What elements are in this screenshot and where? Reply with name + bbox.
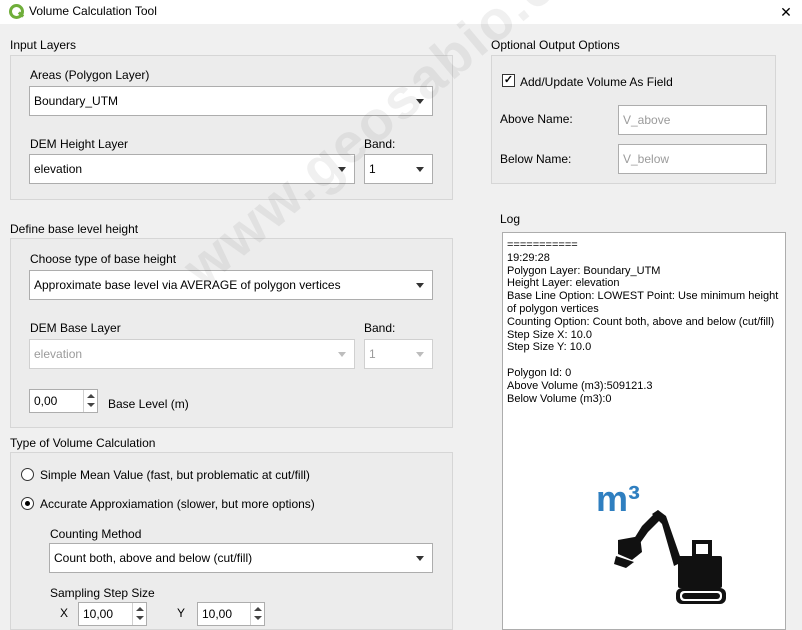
below-name-field[interactable]: V_below xyxy=(618,144,767,174)
above-name-placeholder: V_above xyxy=(623,113,671,127)
log-label: Log xyxy=(500,212,521,226)
input-layers-heading: Input Layers xyxy=(10,38,77,52)
chevron-down-icon xyxy=(338,352,346,357)
areas-combo-value: Boundary_UTM xyxy=(34,94,119,108)
base-level-spinbox[interactable]: 0,00 xyxy=(29,389,98,413)
chevron-down-icon xyxy=(416,283,424,288)
counting-method-combo[interactable]: Count both, above and below (cut/fill) xyxy=(49,543,433,573)
base-band-value: 1 xyxy=(369,347,376,361)
add-field-label: Add/Update Volume As Field xyxy=(520,75,673,89)
chevron-down-icon xyxy=(416,556,424,561)
log-line: Polygon Id: 0 xyxy=(507,366,572,379)
simple-mean-radio[interactable] xyxy=(21,468,34,481)
log-line: Counting Option: Count both, above and b… xyxy=(507,315,775,328)
step-y-spinbox[interactable]: 10,00 xyxy=(197,602,265,626)
counting-method-label: Counting Method xyxy=(50,527,142,541)
spin-up-icon[interactable] xyxy=(136,607,144,611)
spin-down-icon[interactable] xyxy=(136,616,144,620)
step-x-spinbox[interactable]: 10,00 xyxy=(78,602,147,626)
base-level-label: Base Level (m) xyxy=(108,397,189,411)
close-button[interactable]: ✕ xyxy=(770,0,802,24)
dem-base-value: elevation xyxy=(34,347,83,361)
base-level-heading: Define base level height xyxy=(10,222,139,236)
base-level-value: 0,00 xyxy=(34,394,58,408)
window-title: Volume Calculation Tool xyxy=(29,4,157,18)
dem-base-label: DEM Base Layer xyxy=(30,321,121,335)
log-line: 19:29:28 xyxy=(507,251,550,264)
base-type-value: Approximate base level via AVERAGE of po… xyxy=(34,278,341,292)
sampling-step-label: Sampling Step Size xyxy=(50,586,155,600)
spin-down-icon[interactable] xyxy=(87,403,95,407)
dem-height-label: DEM Height Layer xyxy=(30,137,129,151)
log-line: Base Line Option: LOWEST Point: Use mini… xyxy=(507,290,782,315)
log-line: Below Volume (m3):0 xyxy=(507,392,612,405)
areas-label: Areas (Polygon Layer) xyxy=(30,68,150,82)
spin-up-icon[interactable] xyxy=(87,394,95,398)
base-band-combo: 1 xyxy=(364,339,433,369)
calc-type-heading: Type of Volume Calculation xyxy=(10,436,156,450)
step-x-value: 10,00 xyxy=(83,607,114,621)
step-x-label: X xyxy=(60,606,69,620)
base-band-label: Band: xyxy=(364,321,396,335)
accurate-radio[interactable] xyxy=(21,497,34,510)
counting-method-value: Count both, above and below (cut/fill) xyxy=(54,551,253,565)
add-field-checkbox[interactable]: ✓ xyxy=(502,74,515,87)
step-y-label: Y xyxy=(177,606,186,620)
base-type-label: Choose type of base height xyxy=(30,252,177,266)
below-name-label: Below Name: xyxy=(500,152,572,166)
chevron-down-icon xyxy=(416,352,424,357)
above-name-label: Above Name: xyxy=(500,112,573,126)
log-line: =========== xyxy=(507,239,578,251)
dem-height-value: elevation xyxy=(34,162,83,176)
below-name-placeholder: V_below xyxy=(623,152,670,166)
step-y-value: 10,00 xyxy=(202,607,233,621)
dem-base-combo: elevation xyxy=(29,339,355,369)
qgis-logo-icon xyxy=(9,4,25,19)
log-line: Step Size Y: 10.0 xyxy=(507,341,592,354)
log-line: Polygon Layer: Boundary_UTM xyxy=(507,264,661,277)
log-line: Above Volume (m3):509121.3 xyxy=(507,379,653,392)
excavator-icon xyxy=(614,510,726,604)
chevron-down-icon xyxy=(416,167,424,172)
accurate-label: Accurate Approxiamation (slower, but mor… xyxy=(40,497,315,511)
above-name-field[interactable]: V_above xyxy=(618,105,767,135)
log-line: Height Layer: elevation xyxy=(507,277,620,290)
spin-up-icon[interactable] xyxy=(254,607,262,611)
simple-mean-label: Simple Mean Value (fast, but problematic… xyxy=(40,468,310,482)
spin-down-icon[interactable] xyxy=(254,616,262,620)
log-line: Step Size X: 10.0 xyxy=(507,328,592,341)
